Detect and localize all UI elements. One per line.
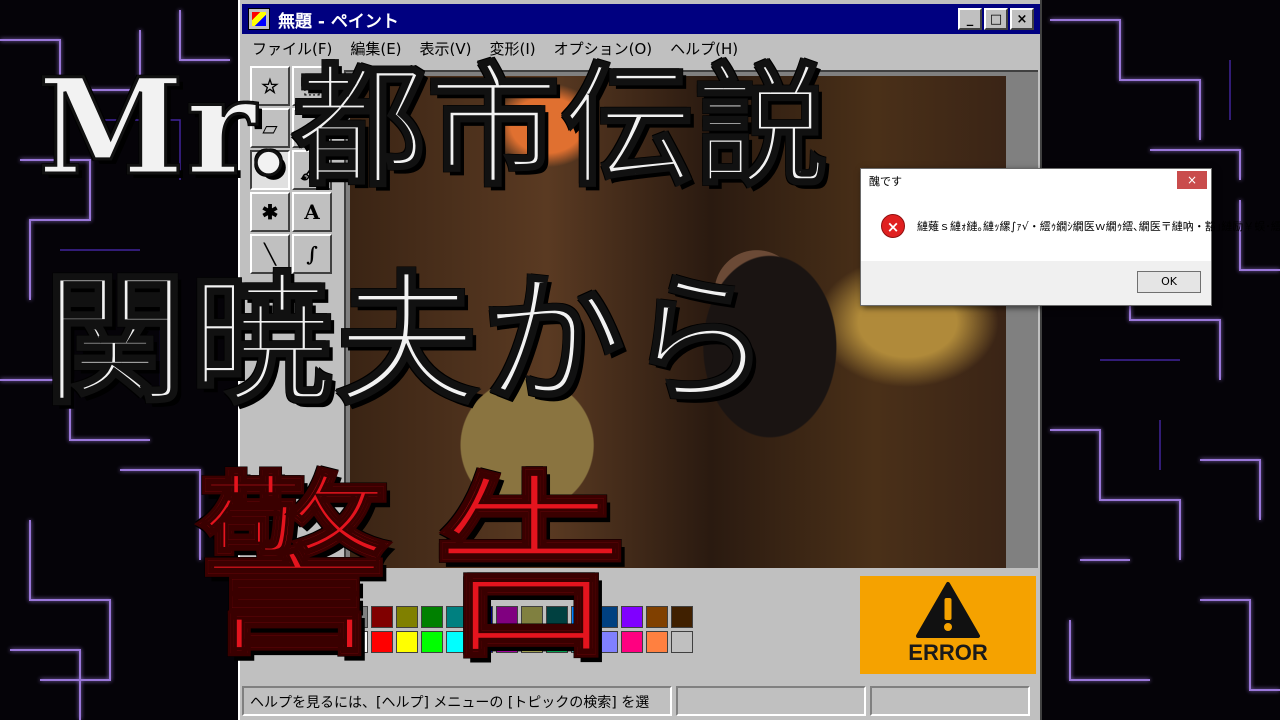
maximize-button[interactable]: □ bbox=[984, 8, 1008, 30]
dialog-close-button[interactable]: × bbox=[1177, 171, 1207, 189]
status-bar: ヘルプを見るには、[ヘルプ] メニューの [トピックの検索] を選 bbox=[242, 686, 1040, 718]
paint-app-icon bbox=[248, 8, 270, 30]
error-dialog: 醜です × × 縺薙ｓ縺ｫ縺｡縺ｯ縲∫ｧ√・繧ｩ繝ｼ繝医ｗ繝ｩ繧､繝医〒縺吶・豁… bbox=[860, 168, 1280, 306]
dialog-title: 醜です bbox=[869, 175, 902, 188]
window-title: 無題 - ペイント bbox=[278, 11, 399, 32]
minimize-button[interactable]: _ bbox=[958, 8, 982, 30]
headline-line-1: Mr.都市伝説 bbox=[37, 50, 830, 205]
headline-line-2: 関暁夫から bbox=[43, 258, 774, 424]
error-x-icon: × bbox=[881, 214, 905, 238]
status-size bbox=[870, 686, 1030, 716]
title-bar[interactable]: 無題 - ペイント _ □ × bbox=[242, 4, 1040, 34]
window-controls: _ □ × bbox=[958, 8, 1034, 30]
color-swatch[interactable] bbox=[671, 631, 693, 653]
color-swatch[interactable] bbox=[671, 606, 693, 628]
dialog-title-bar[interactable]: 醜です × bbox=[861, 169, 1211, 191]
error-badge: ERROR bbox=[860, 576, 1036, 674]
headline-warning: 警告 bbox=[194, 453, 669, 683]
dialog-body: × 縺薙ｓ縺ｫ縺｡縺ｯ縲∫ｧ√・繧ｩ繝ｼ繝医ｗ繝ｩ繧､繝医〒縺吶・豁｣縺励￥蜈･… bbox=[861, 191, 1280, 261]
ok-button[interactable]: OK bbox=[1137, 271, 1201, 293]
status-position bbox=[676, 686, 866, 716]
error-label: ERROR bbox=[908, 640, 988, 665]
status-help-text: ヘルプを見るには、[ヘルプ] メニューの [トピックの検索] を選 bbox=[242, 686, 672, 716]
close-button[interactable]: × bbox=[1010, 8, 1034, 30]
dialog-message: 縺薙ｓ縺ｫ縺｡縺ｯ縲∫ｧ√・繧ｩ繝ｼ繝医ｗ繝ｩ繧､繝医〒縺吶・豁｣縺励￥蜈･繧・ bbox=[917, 220, 1280, 233]
dialog-footer: OK bbox=[861, 261, 1211, 305]
